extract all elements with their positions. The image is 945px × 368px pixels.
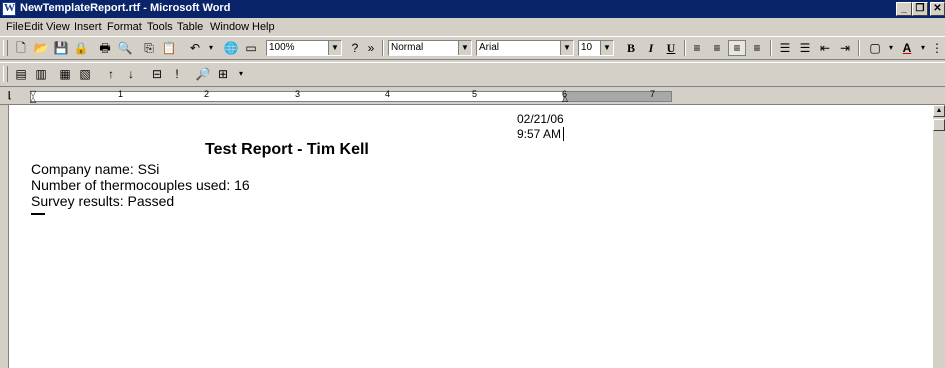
chevron-down-icon: ▼ [458,41,471,55]
bold-button[interactable]: B [622,40,640,56]
database-toolbar: ▤ ▥ ▦ ▧ ↑ ↓ ⊟ ! 🔎 ⊞ ▾ [0,62,945,87]
menu-format[interactable]: Format [107,21,142,33]
standard-toolbar: 🗋 📂 💾 🔒 🖶 🔍 ⎘ 📋 ↶ ▾ 🌐 ▭ 100% ▼ ? » Norma… [0,36,945,60]
vertical-scrollbar[interactable]: ▲ [933,105,945,368]
data-form-icon[interactable]: ▤ [12,66,30,82]
menu-window[interactable]: Window [210,21,249,33]
mail-merge-main-icon[interactable]: ⊞ [214,66,232,82]
sort-descending-icon[interactable]: ↓ [122,66,140,82]
menu-insert[interactable]: Insert [74,21,102,33]
align-left-icon[interactable]: ≡ [688,40,706,56]
toolbar-dropdown-icon[interactable]: ▾ [232,66,250,82]
toolbar-options-button[interactable]: » [362,40,380,56]
company-name-line: Company name: SSi [31,161,160,177]
toolbar-grip[interactable] [3,40,8,56]
new-document-icon[interactable]: 🗋 [12,40,30,56]
word-app-icon[interactable] [2,2,16,16]
restore-button[interactable]: ❐ [912,2,928,16]
find-record-icon[interactable]: 🔎 [194,66,212,82]
title-bar: NewTemplateReport.rtf - Microsoft Word _… [0,0,945,18]
insert-database-icon[interactable]: ⊟ [148,66,166,82]
permission-icon[interactable]: 🔒 [72,40,90,56]
web-toolbar-icon[interactable]: 🌐 [222,40,240,56]
ruler-number: 5 [472,89,478,99]
menu-file[interactable]: File [6,21,24,33]
scroll-up-icon[interactable]: ▲ [933,105,945,117]
zoom-select[interactable]: 100% ▼ [266,40,342,56]
toolbar-separator [684,40,686,56]
ruler-number: 7 [650,89,656,99]
add-record-icon[interactable]: ▦ [56,66,74,82]
menu-bar: File Edit View Insert Format Tools Table… [0,18,945,36]
font-size-value: 10 [581,42,593,53]
menu-table[interactable]: Table [177,21,203,33]
end-of-document-marker [31,213,45,215]
style-value: Normal [391,42,424,53]
thermocouples-line: Number of thermocouples used: 16 [31,177,250,193]
justify-icon[interactable]: ≡ [748,40,766,56]
paste-icon[interactable]: 📋 [160,40,178,56]
delete-record-icon[interactable]: ▧ [76,66,94,82]
manage-fields-icon[interactable]: ▥ [32,66,50,82]
align-right-icon[interactable]: ≡ [728,40,746,56]
ruler-number: 2 [204,89,210,99]
print-preview-icon[interactable]: 🔍 [116,40,134,56]
survey-results-line: Survey results: Passed [31,193,175,209]
menu-tools[interactable]: Tools [147,21,173,33]
restore-icon: ❐ [915,3,925,14]
ruler-number: 3 [295,89,301,99]
print-icon[interactable]: 🖶 [96,40,114,56]
report-time: 9:57 AM [517,127,562,141]
font-value: Arial [479,42,500,53]
close-icon: ✕ [933,3,942,14]
ruler-strip [30,91,672,102]
horizontal-ruler[interactable]: 1 2 3 4 5 6 7 ▽ △ △ ⌊ [0,88,945,105]
update-field-icon[interactable]: ! [168,66,186,82]
font-select[interactable]: Arial ▼ [476,40,574,56]
decrease-indent-icon[interactable]: ⇤ [816,40,834,56]
copy-icon[interactable]: ⎘ [140,40,158,56]
menu-edit[interactable]: Edit [24,21,43,33]
toolbar-separator [858,40,860,56]
font-color-icon: A [902,41,912,55]
toolbar-grip[interactable] [3,66,8,82]
menu-view[interactable]: View [46,21,70,33]
document-area[interactable]: 02/21/06 9:57 AM Test Report - Tim Kell … [8,105,934,368]
ruler-number: 4 [385,89,391,99]
open-folder-icon[interactable]: 📂 [32,40,50,56]
hanging-indent-icon[interactable]: △ [30,95,36,104]
minimize-icon: _ [901,3,907,14]
tab-selector-icon[interactable]: ⌊ [8,90,12,101]
underline-button[interactable]: U [662,40,680,56]
toolbar-separator [382,40,384,56]
window-title: NewTemplateReport.rtf - Microsoft Word [20,2,231,14]
text-cursor [563,127,564,141]
zoom-value: 100% [269,42,295,53]
scroll-thumb[interactable] [933,119,945,131]
save-icon[interactable]: 💾 [52,40,70,56]
chevron-down-icon: ▼ [328,41,341,55]
tables-borders-icon[interactable]: ▭ [242,40,260,56]
toolbar-more-icon[interactable]: ⋮ [928,40,945,56]
chevron-down-icon: ▼ [560,41,573,55]
close-button[interactable]: ✕ [930,2,945,16]
chevron-down-icon: ▼ [600,41,613,55]
undo-dropdown-icon[interactable]: ▾ [202,40,220,56]
numbering-icon[interactable]: ☰ [776,40,794,56]
font-size-select[interactable]: 10 ▼ [578,40,614,56]
italic-button[interactable]: I [642,40,660,56]
toolbar-separator [770,40,772,56]
style-select[interactable]: Normal ▼ [388,40,472,56]
ruler-number: 1 [118,89,124,99]
report-heading: Test Report - Tim Kell [205,141,369,158]
sort-ascending-icon[interactable]: ↑ [102,66,120,82]
align-center-icon[interactable]: ≡ [708,40,726,56]
right-indent-icon[interactable]: △ [562,94,568,103]
increase-indent-icon[interactable]: ⇥ [836,40,854,56]
menu-help[interactable]: Help [252,21,275,33]
minimize-button[interactable]: _ [896,2,912,16]
report-date: 02/21/06 [517,112,564,126]
bullets-icon[interactable]: ☰ [796,40,814,56]
